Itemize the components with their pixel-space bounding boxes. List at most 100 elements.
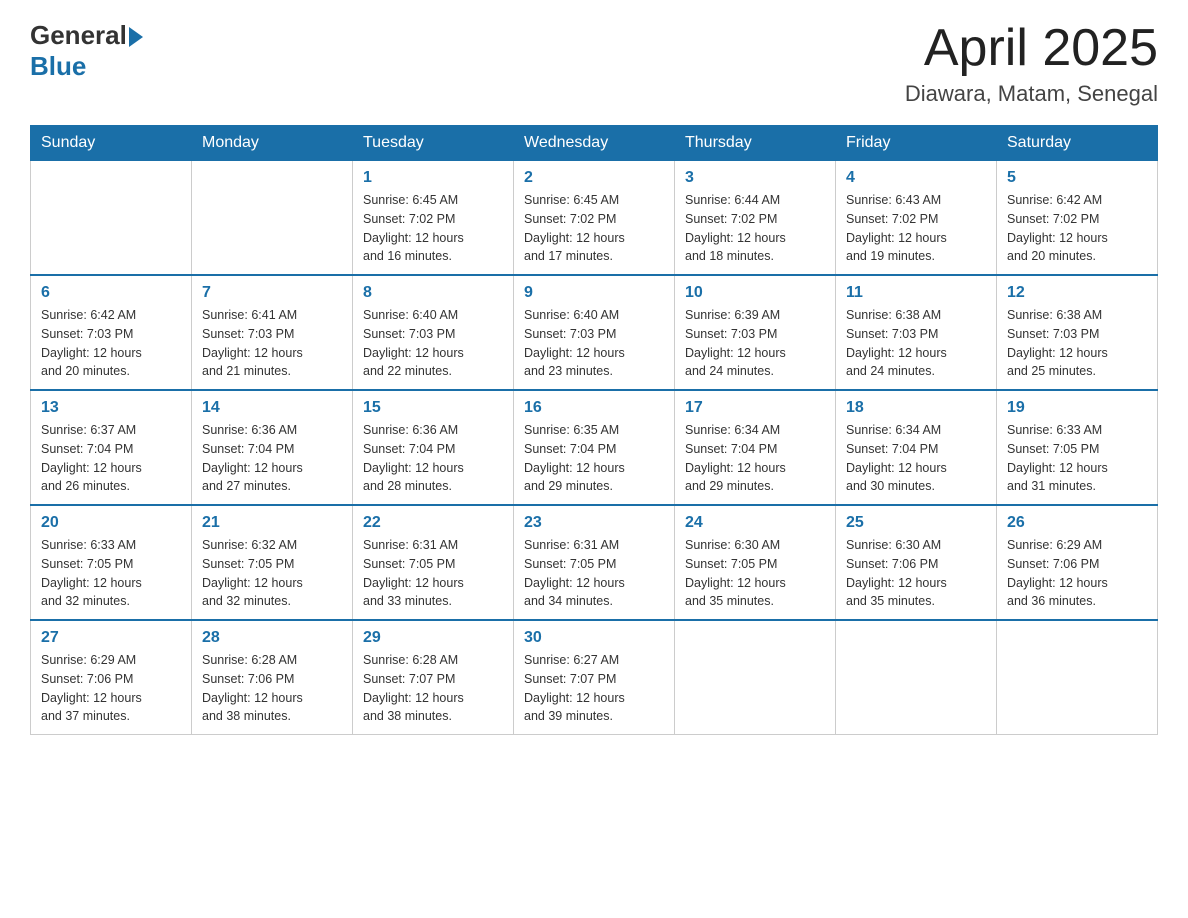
day-number: 6 xyxy=(41,284,181,302)
calendar-header-monday: Monday xyxy=(192,126,353,161)
calendar-header-thursday: Thursday xyxy=(675,126,836,161)
logo: General Blue xyxy=(30,20,145,82)
calendar-cell: 25 Sunrise: 6:30 AM Sunset: 7:06 PM Dayli… xyxy=(836,505,997,620)
calendar-cell: 27Sunrise: 6:29 AM Sunset: 7:06 PM Dayli… xyxy=(31,620,192,735)
calendar-cell: 1 Sunrise: 6:45 AM Sunset: 7:02 PM Daylig… xyxy=(353,161,514,276)
calendar-week-row: 1 Sunrise: 6:45 AM Sunset: 7:02 PM Daylig… xyxy=(31,161,1158,276)
day-info: Sunrise: 6:27 AM Sunset: 7:07 PM Dayligh… xyxy=(524,651,664,726)
day-info: Sunrise: 6:28 AM Sunset: 7:07 PM Dayligh… xyxy=(363,651,503,726)
day-info: Sunrise: 6:37 AM Sunset: 7:04 PM Dayligh… xyxy=(41,421,181,496)
day-info: Sunrise: 6:44 AM Sunset: 7:02 PM Dayligh… xyxy=(685,191,825,266)
calendar-cell: 8 Sunrise: 6:40 AM Sunset: 7:03 PM Daylig… xyxy=(353,275,514,390)
day-number: 16 xyxy=(524,399,664,417)
calendar-cell xyxy=(31,161,192,276)
calendar-cell: 12 Sunrise: 6:38 AM Sunset: 7:03 PM Dayli… xyxy=(997,275,1158,390)
day-number: 27 xyxy=(41,629,181,647)
day-number: 30 xyxy=(524,629,664,647)
day-info: Sunrise: 6:39 AM Sunset: 7:03 PM Dayligh… xyxy=(685,306,825,381)
day-number: 28 xyxy=(202,629,342,647)
day-info: Sunrise: 6:32 AM Sunset: 7:05 PM Dayligh… xyxy=(202,536,342,611)
calendar-cell: 28 Sunrise: 6:28 AM Sunset: 7:06 PM Dayli… xyxy=(192,620,353,735)
calendar-header-row: SundayMondayTuesdayWednesdayThursdayFrid… xyxy=(31,126,1158,161)
calendar-week-row: 6Sunrise: 6:42 AM Sunset: 7:03 PM Daylig… xyxy=(31,275,1158,390)
day-info: Sunrise: 6:29 AM Sunset: 7:06 PM Dayligh… xyxy=(1007,536,1147,611)
calendar-cell: 21 Sunrise: 6:32 AM Sunset: 7:05 PM Dayli… xyxy=(192,505,353,620)
calendar-cell: 23 Sunrise: 6:31 AM Sunset: 7:05 PM Dayli… xyxy=(514,505,675,620)
day-number: 19 xyxy=(1007,399,1147,417)
day-info: Sunrise: 6:31 AM Sunset: 7:05 PM Dayligh… xyxy=(524,536,664,611)
day-number: 26 xyxy=(1007,514,1147,532)
calendar-week-row: 20 Sunrise: 6:33 AM Sunset: 7:05 PM Dayli… xyxy=(31,505,1158,620)
calendar-cell: 13 Sunrise: 6:37 AM Sunset: 7:04 PM Dayli… xyxy=(31,390,192,505)
day-info: Sunrise: 6:45 AM Sunset: 7:02 PM Dayligh… xyxy=(363,191,503,266)
calendar-cell: 16 Sunrise: 6:35 AM Sunset: 7:04 PM Dayli… xyxy=(514,390,675,505)
day-number: 13 xyxy=(41,399,181,417)
day-number: 2 xyxy=(524,169,664,187)
location-title: Diawara, Matam, Senegal xyxy=(905,81,1158,107)
day-number: 21 xyxy=(202,514,342,532)
day-info: Sunrise: 6:33 AM Sunset: 7:05 PM Dayligh… xyxy=(1007,421,1147,496)
day-number: 22 xyxy=(363,514,503,532)
calendar-header-wednesday: Wednesday xyxy=(514,126,675,161)
calendar-header-tuesday: Tuesday xyxy=(353,126,514,161)
day-info: Sunrise: 6:40 AM Sunset: 7:03 PM Dayligh… xyxy=(524,306,664,381)
calendar-cell: 22 Sunrise: 6:31 AM Sunset: 7:05 PM Dayli… xyxy=(353,505,514,620)
calendar-cell: 6Sunrise: 6:42 AM Sunset: 7:03 PM Daylig… xyxy=(31,275,192,390)
day-info: Sunrise: 6:33 AM Sunset: 7:05 PM Dayligh… xyxy=(41,536,181,611)
calendar-header-friday: Friday xyxy=(836,126,997,161)
day-number: 17 xyxy=(685,399,825,417)
day-info: Sunrise: 6:36 AM Sunset: 7:04 PM Dayligh… xyxy=(202,421,342,496)
calendar-cell: 4 Sunrise: 6:43 AM Sunset: 7:02 PM Daylig… xyxy=(836,161,997,276)
day-number: 1 xyxy=(363,169,503,187)
day-info: Sunrise: 6:34 AM Sunset: 7:04 PM Dayligh… xyxy=(685,421,825,496)
calendar-cell xyxy=(192,161,353,276)
day-number: 20 xyxy=(41,514,181,532)
day-number: 29 xyxy=(363,629,503,647)
calendar-cell: 20 Sunrise: 6:33 AM Sunset: 7:05 PM Dayli… xyxy=(31,505,192,620)
day-info: Sunrise: 6:31 AM Sunset: 7:05 PM Dayligh… xyxy=(363,536,503,611)
day-number: 24 xyxy=(685,514,825,532)
day-info: Sunrise: 6:34 AM Sunset: 7:04 PM Dayligh… xyxy=(846,421,986,496)
day-info: Sunrise: 6:30 AM Sunset: 7:06 PM Dayligh… xyxy=(846,536,986,611)
calendar-cell: 19 Sunrise: 6:33 AM Sunset: 7:05 PM Dayli… xyxy=(997,390,1158,505)
day-number: 4 xyxy=(846,169,986,187)
title-block: April 2025 Diawara, Matam, Senegal xyxy=(905,20,1158,107)
day-number: 8 xyxy=(363,284,503,302)
calendar-cell: 26 Sunrise: 6:29 AM Sunset: 7:06 PM Dayli… xyxy=(997,505,1158,620)
day-info: Sunrise: 6:35 AM Sunset: 7:04 PM Dayligh… xyxy=(524,421,664,496)
day-number: 25 xyxy=(846,514,986,532)
page-header: General Blue April 2025 Diawara, Matam, … xyxy=(30,20,1158,107)
calendar-header-saturday: Saturday xyxy=(997,126,1158,161)
calendar-cell xyxy=(836,620,997,735)
calendar-week-row: 13 Sunrise: 6:37 AM Sunset: 7:04 PM Dayli… xyxy=(31,390,1158,505)
calendar-cell xyxy=(997,620,1158,735)
day-number: 18 xyxy=(846,399,986,417)
calendar-cell: 2 Sunrise: 6:45 AM Sunset: 7:02 PM Daylig… xyxy=(514,161,675,276)
logo-arrow-icon xyxy=(129,27,143,47)
day-number: 12 xyxy=(1007,284,1147,302)
logo-blue-text: Blue xyxy=(30,51,86,81)
day-number: 23 xyxy=(524,514,664,532)
calendar-week-row: 27Sunrise: 6:29 AM Sunset: 7:06 PM Dayli… xyxy=(31,620,1158,735)
day-info: Sunrise: 6:28 AM Sunset: 7:06 PM Dayligh… xyxy=(202,651,342,726)
day-number: 9 xyxy=(524,284,664,302)
calendar-cell: 7Sunrise: 6:41 AM Sunset: 7:03 PM Daylig… xyxy=(192,275,353,390)
calendar-cell: 11Sunrise: 6:38 AM Sunset: 7:03 PM Dayli… xyxy=(836,275,997,390)
day-info: Sunrise: 6:40 AM Sunset: 7:03 PM Dayligh… xyxy=(363,306,503,381)
day-number: 5 xyxy=(1007,169,1147,187)
day-info: Sunrise: 6:42 AM Sunset: 7:02 PM Dayligh… xyxy=(1007,191,1147,266)
day-info: Sunrise: 6:41 AM Sunset: 7:03 PM Dayligh… xyxy=(202,306,342,381)
calendar-cell: 29 Sunrise: 6:28 AM Sunset: 7:07 PM Dayli… xyxy=(353,620,514,735)
calendar-cell: 15Sunrise: 6:36 AM Sunset: 7:04 PM Dayli… xyxy=(353,390,514,505)
day-info: Sunrise: 6:43 AM Sunset: 7:02 PM Dayligh… xyxy=(846,191,986,266)
calendar-header-sunday: Sunday xyxy=(31,126,192,161)
day-info: Sunrise: 6:38 AM Sunset: 7:03 PM Dayligh… xyxy=(1007,306,1147,381)
day-info: Sunrise: 6:36 AM Sunset: 7:04 PM Dayligh… xyxy=(363,421,503,496)
calendar-table: SundayMondayTuesdayWednesdayThursdayFrid… xyxy=(30,125,1158,735)
calendar-cell: 24Sunrise: 6:30 AM Sunset: 7:05 PM Dayli… xyxy=(675,505,836,620)
calendar-cell xyxy=(675,620,836,735)
day-info: Sunrise: 6:45 AM Sunset: 7:02 PM Dayligh… xyxy=(524,191,664,266)
calendar-cell: 30 Sunrise: 6:27 AM Sunset: 7:07 PM Dayli… xyxy=(514,620,675,735)
day-number: 10 xyxy=(685,284,825,302)
day-info: Sunrise: 6:38 AM Sunset: 7:03 PM Dayligh… xyxy=(846,306,986,381)
